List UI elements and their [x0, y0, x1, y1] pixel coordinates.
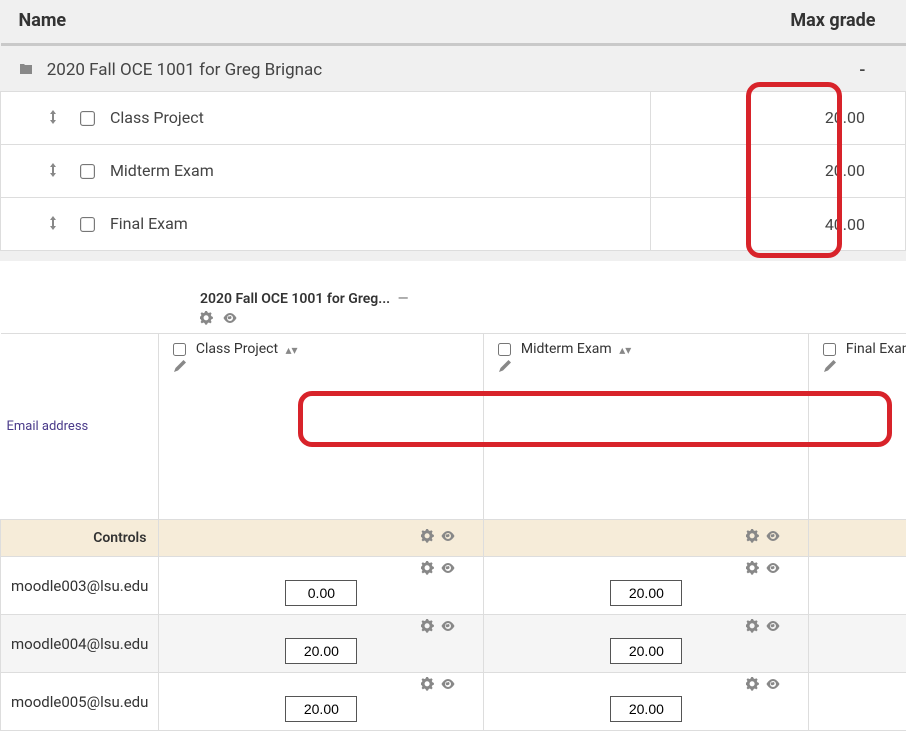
col-header-name: Name	[1, 0, 651, 45]
student-row: moodle004@lsu.edu 100.00	[1, 615, 906, 673]
gear-icon[interactable]	[746, 561, 760, 578]
move-icon[interactable]	[49, 162, 63, 181]
grade-item-name: Class Project	[110, 108, 204, 127]
grade-input[interactable]	[610, 638, 682, 664]
student-email: moodle003@lsu.edu	[1, 557, 159, 615]
col-header-item: Midterm Exam ▴▾	[484, 334, 809, 520]
collapse-toggle[interactable]: —	[398, 291, 409, 307]
grade-item-name: Final Exam	[110, 214, 188, 233]
student-email: moodle004@lsu.edu	[1, 615, 159, 673]
grade-item-name: Midterm Exam	[110, 161, 214, 180]
sort-icon[interactable]: ▴▾	[619, 343, 631, 357]
grade-item-max: 20.00	[651, 144, 906, 197]
controls-row: Controls	[1, 520, 906, 557]
eye-icon[interactable]	[766, 529, 780, 547]
select-column-checkbox[interactable]	[823, 343, 836, 356]
course-maxgrade: -	[651, 45, 906, 92]
col-item-name[interactable]: Midterm Exam	[521, 342, 612, 358]
course-title: 2020 Fall OCE 1001 for Greg Brignac	[47, 60, 322, 80]
col-item-name[interactable]: Final Exam	[846, 342, 906, 358]
column-controls	[809, 520, 906, 557]
grader-report-table: Email address Class Project ▴▾ Midterm E…	[0, 333, 906, 731]
gear-icon[interactable]	[421, 619, 435, 636]
student-email: moodle005@lsu.edu	[1, 673, 159, 731]
move-icon[interactable]	[49, 215, 63, 234]
eye-icon[interactable]	[766, 561, 780, 578]
select-item-checkbox[interactable]	[80, 217, 95, 232]
select-column-checkbox[interactable]	[173, 343, 186, 356]
grade-setup-table: Name Max grade 2020 Fall OCE 1001 for Gr…	[0, 0, 906, 251]
grader-category-header: 2020 Fall OCE 1001 for Greg... —	[0, 291, 906, 329]
folder-icon	[19, 61, 35, 81]
column-controls	[159, 520, 484, 557]
col-header-item: Class Project ▴▾	[159, 334, 484, 520]
gear-icon[interactable]	[421, 529, 435, 547]
col-header-email[interactable]: Email address	[1, 334, 159, 520]
grade-item-row: Final Exam 40.00	[1, 198, 906, 251]
grade-item-row: Midterm Exam 20.00	[1, 144, 906, 197]
student-row: moodle003@lsu.edu 75.00	[1, 557, 906, 615]
col-header-item: Final Exam ▴▾	[809, 334, 906, 520]
eye-icon[interactable]	[441, 677, 455, 694]
pencil-icon[interactable]	[823, 498, 906, 512]
grade-item-max: 40.00	[651, 198, 906, 251]
gear-icon[interactable]	[746, 677, 760, 694]
column-controls	[484, 520, 809, 557]
pencil-icon[interactable]	[173, 498, 473, 512]
col-header-maxgrade: Max grade	[651, 0, 906, 45]
move-icon[interactable]	[49, 109, 63, 128]
controls-label: Controls	[1, 520, 159, 557]
gear-icon[interactable]	[421, 677, 435, 694]
select-column-checkbox[interactable]	[498, 343, 511, 356]
gear-icon[interactable]	[746, 529, 760, 547]
sort-icon[interactable]: ▴▾	[286, 343, 298, 357]
grade-item-row: Class Project 20.00	[1, 91, 906, 144]
grade-input[interactable]	[285, 638, 357, 664]
pencil-icon[interactable]	[498, 498, 798, 512]
gear-icon[interactable]	[200, 311, 214, 329]
eye-icon[interactable]	[441, 529, 455, 547]
eye-icon[interactable]	[223, 311, 237, 329]
student-row: moodle005@lsu.edu 100.00	[1, 673, 906, 731]
grade-item-max: 20.00	[651, 91, 906, 144]
select-item-checkbox[interactable]	[80, 164, 95, 179]
grade-input[interactable]	[610, 580, 682, 606]
grade-input[interactable]	[285, 696, 357, 722]
eye-icon[interactable]	[441, 561, 455, 578]
eye-icon[interactable]	[441, 619, 455, 636]
grade-input[interactable]	[610, 696, 682, 722]
gear-icon[interactable]	[746, 619, 760, 636]
grader-category-title: 2020 Fall OCE 1001 for Greg...	[200, 291, 390, 307]
col-item-name[interactable]: Class Project	[196, 342, 278, 358]
grade-input[interactable]	[285, 580, 357, 606]
course-row: 2020 Fall OCE 1001 for Greg Brignac -	[1, 45, 906, 92]
eye-icon[interactable]	[766, 619, 780, 636]
eye-icon[interactable]	[766, 677, 780, 694]
select-item-checkbox[interactable]	[80, 111, 95, 126]
gear-icon[interactable]	[421, 561, 435, 578]
